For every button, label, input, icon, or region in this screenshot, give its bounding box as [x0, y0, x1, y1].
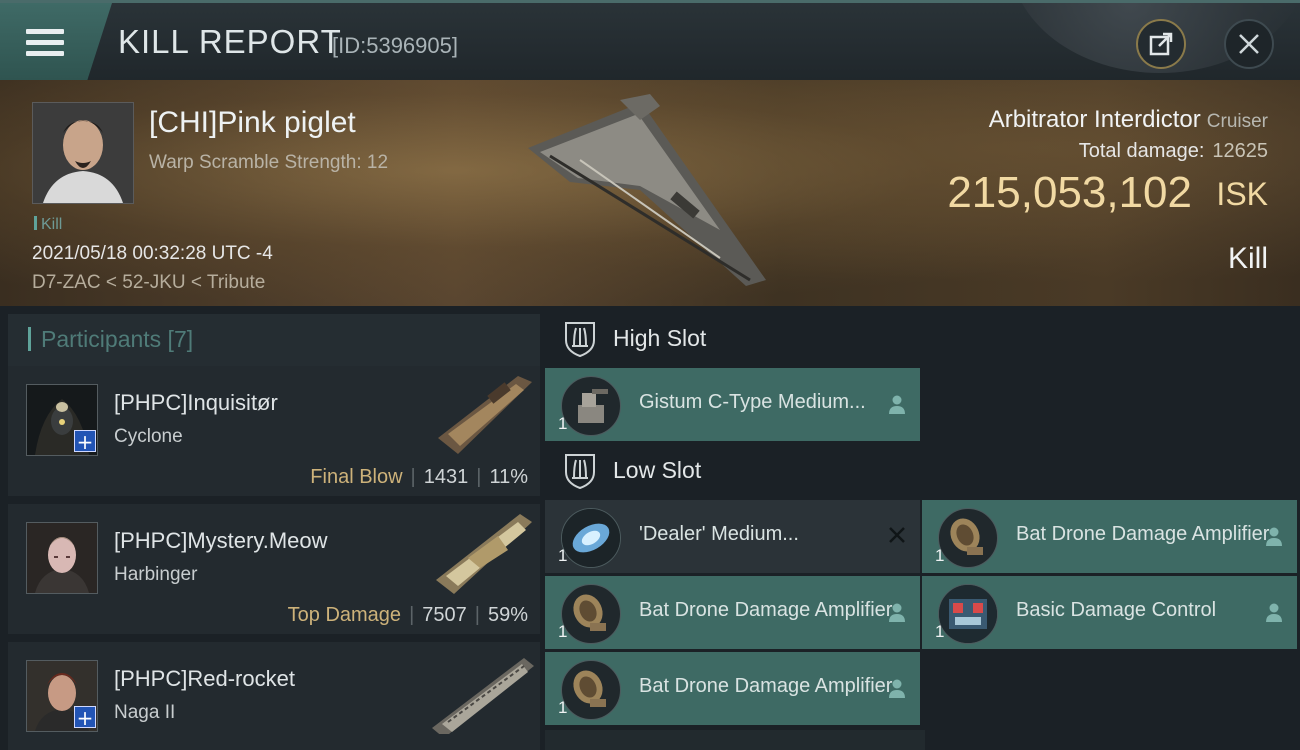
participant-row[interactable]: + [PHPC]Inquisitør Cyclone Final Blow | 14… — [8, 366, 540, 500]
isk-unit: ISK — [1216, 176, 1268, 212]
total-damage-label: Total damage: — [1078, 140, 1205, 162]
participant-ship-image — [436, 514, 532, 594]
plus-icon: + — [74, 430, 96, 453]
total-damage-value: 12625 — [1212, 140, 1268, 162]
x-icon — [889, 527, 905, 543]
victim-name[interactable]: [CHI]Pink piglet — [149, 106, 356, 140]
low-slot-title: Low Slot — [613, 457, 702, 483]
module-quantity: 1 — [935, 622, 945, 641]
participant-ship-image — [432, 658, 534, 734]
heat-sink-icon — [561, 508, 621, 568]
kill-location: D7-ZAC < 52-JKU < Tribute — [32, 272, 266, 293]
victim-ship-image — [528, 94, 766, 286]
module-quantity: 1 — [558, 546, 568, 565]
module-name: 'Dealer' Medium... — [639, 523, 799, 545]
module-slot[interactable]: 1 Bat Drone Damage Amplifier — [545, 576, 920, 649]
share-button[interactable] — [1136, 19, 1186, 69]
kill-tag: Kill — [34, 216, 62, 234]
shield-icon — [565, 322, 595, 358]
module-slot[interactable]: 1 Bat Drone Damage Amplifier — [545, 652, 920, 725]
module-name: Gistum C-Type Medium... — [639, 391, 866, 413]
module-name: Bat Drone Damage Amplifier — [1016, 523, 1270, 545]
participant-row[interactable]: + [PHPC]Red-rocket Naga II — [8, 642, 540, 750]
total-damage: Total damage: 12625 — [1079, 140, 1268, 163]
participant-name: [PHPC]Inquisitør — [114, 390, 278, 415]
module-name: Bat Drone Damage Amplifier — [639, 599, 893, 621]
participants-header[interactable]: Participants [7] — [8, 314, 540, 366]
ship-name: Arbitrator Interdictor — [988, 106, 1201, 133]
participant-ship: Harbinger — [114, 564, 198, 585]
person-icon — [889, 679, 905, 698]
module-quantity: 1 — [558, 622, 568, 641]
dish-icon — [561, 660, 621, 720]
page-title: KILL REPORT — [118, 23, 342, 60]
module-quantity: 1 — [558, 414, 568, 433]
damage-control-icon — [938, 584, 998, 644]
low-slot-header: Low Slot — [545, 446, 925, 496]
participants-title: Participants [7] — [41, 326, 194, 352]
top-damage-tag: Top Damage — [287, 604, 402, 626]
share-icon — [1149, 32, 1173, 56]
shield-icon — [565, 454, 595, 490]
module-name: Basic Damage Control — [1016, 599, 1217, 621]
plus-icon: + — [74, 706, 96, 729]
participant-percent: 59% — [487, 604, 528, 626]
ship-class: Cruiser — [1206, 111, 1268, 132]
dish-icon — [561, 584, 621, 644]
module-slot[interactable]: 1 Basic Damage Control — [922, 576, 1297, 649]
person-icon — [1266, 603, 1282, 622]
participant-stats: Final Blow | 1431 | 11% — [310, 466, 528, 488]
module-slot[interactable]: 1 Bat Drone Damage Amplifier — [922, 500, 1297, 573]
close-button[interactable] — [1224, 19, 1274, 69]
participant-row[interactable]: [PHPC]Mystery.Meow Harbinger Top Damage |… — [8, 504, 540, 638]
person-icon — [889, 603, 905, 622]
participant-name: [PHPC]Mystery.Meow — [114, 528, 328, 553]
participant-percent: 11% — [489, 466, 528, 488]
participant-ship: Cyclone — [114, 426, 183, 447]
next-slot-header — [545, 730, 925, 750]
turret-icon — [561, 376, 621, 436]
module-quantity: 1 — [558, 698, 568, 717]
kill-datetime: 2021/05/18 00:32:28 UTC -4 — [32, 243, 273, 264]
high-slot-header: High Slot — [545, 314, 925, 364]
victim-ship[interactable]: Arbitrator Interdictor Cruiser — [989, 106, 1268, 134]
warp-scramble-strength: Warp Scramble Strength: 12 — [149, 152, 389, 173]
module-quantity: 1 — [935, 546, 945, 565]
victim-portrait[interactable] — [32, 102, 134, 204]
isk-value: 215,053,102 — [947, 168, 1192, 217]
participant-name: [PHPC]Red-rocket — [114, 666, 295, 691]
avatar — [26, 522, 98, 594]
top-bar: KILL REPORT [ID:5396905] — [0, 0, 1300, 80]
high-slot-title: High Slot — [613, 325, 707, 351]
report-id: [ID:5396905] — [332, 33, 458, 58]
close-icon — [1239, 34, 1259, 54]
victim-banner: [CHI]Pink piglet Warp Scramble Strength:… — [0, 80, 1300, 306]
dish-icon — [938, 508, 998, 568]
participant-damage: 7507 — [422, 604, 467, 626]
person-icon — [1266, 527, 1282, 546]
participant-damage: 1431 — [423, 466, 469, 488]
module-slot[interactable]: 1 Gistum C-Type Medium... — [545, 368, 920, 441]
participant-ship: Naga II — [114, 702, 176, 723]
menu-button[interactable] — [0, 3, 112, 80]
module-name: Bat Drone Damage Amplifier — [639, 675, 893, 697]
participant-ship-image — [438, 376, 532, 454]
kill-result: Kill — [1227, 242, 1268, 275]
module-slot[interactable]: 1 'Dealer' Medium... — [545, 500, 920, 573]
person-icon — [889, 395, 905, 414]
participant-stats: Top Damage | 7507 | 59% — [287, 604, 528, 626]
final-blow-tag: Final Blow — [310, 466, 403, 488]
